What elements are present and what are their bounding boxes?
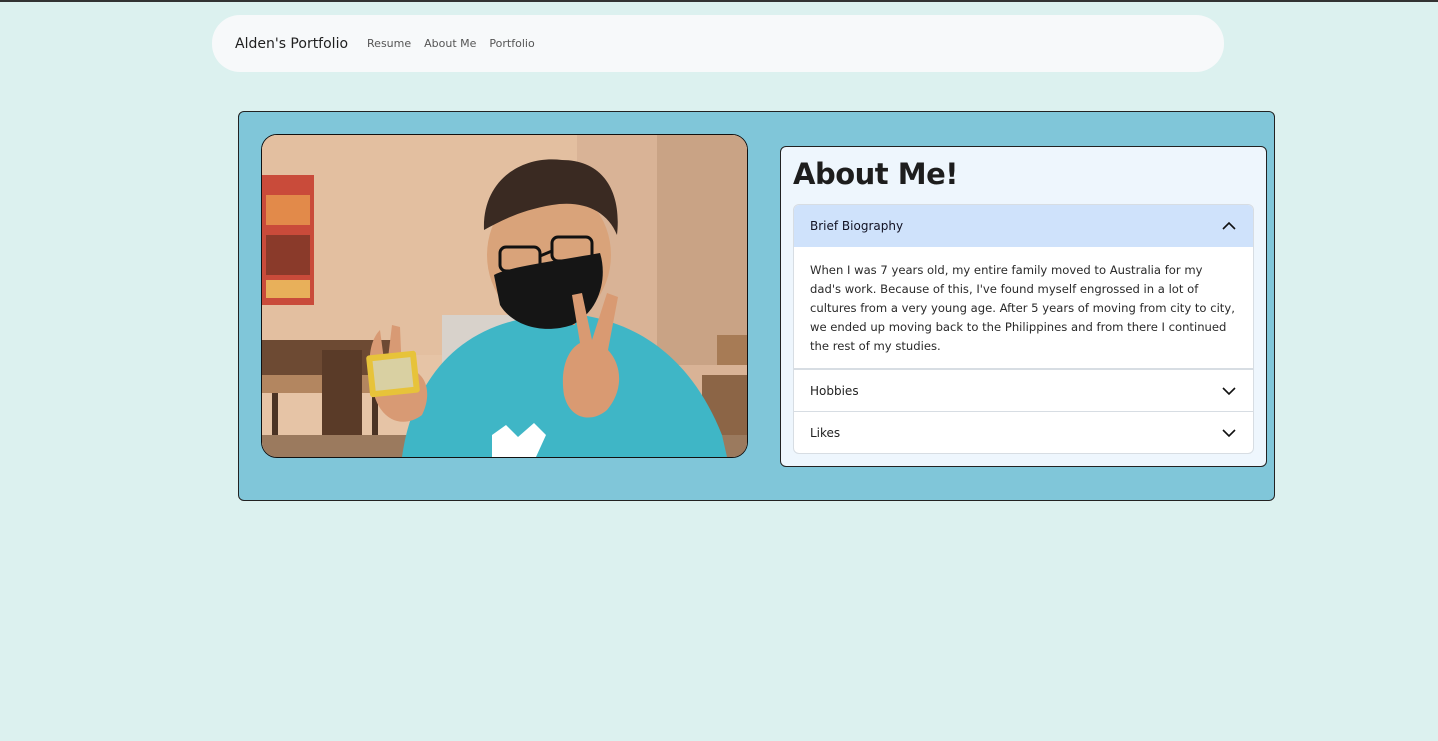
accordion-item-hobbies: Hobbies	[794, 369, 1253, 411]
chevron-up-icon	[1222, 221, 1236, 230]
about-panel: About Me! Brief Biography When I was 7 y…	[780, 146, 1267, 467]
navbar-brand[interactable]: Alden's Portfolio	[235, 36, 348, 52]
accordion-header-hobbies[interactable]: Hobbies	[794, 369, 1253, 411]
accordion-label: Likes	[810, 425, 841, 440]
accordion-item-brief-biography: Brief Biography When I was 7 years old, …	[794, 205, 1253, 369]
chevron-down-icon	[1222, 387, 1236, 396]
accordion-item-likes: Likes	[794, 411, 1253, 453]
chevron-down-icon	[1222, 429, 1236, 438]
nav-link-portfolio[interactable]: Portfolio	[489, 37, 534, 50]
navbar: Alden's Portfolio Resume About Me Portfo…	[212, 15, 1224, 72]
profile-photo	[261, 134, 748, 458]
about-accordion: Brief Biography When I was 7 years old, …	[793, 204, 1254, 454]
accordion-body-brief-biography: When I was 7 years old, my entire family…	[794, 247, 1253, 369]
accordion-label: Hobbies	[810, 383, 859, 398]
accordion-label: Brief Biography	[810, 219, 904, 233]
nav-link-about-me[interactable]: About Me	[424, 37, 476, 50]
accordion-header-likes[interactable]: Likes	[794, 411, 1253, 453]
about-card: About Me! Brief Biography When I was 7 y…	[238, 111, 1275, 501]
window-top-border	[0, 0, 1438, 2]
nav-link-resume[interactable]: Resume	[367, 37, 411, 50]
about-title: About Me!	[793, 157, 958, 191]
accordion-header-brief-biography[interactable]: Brief Biography	[794, 205, 1253, 247]
